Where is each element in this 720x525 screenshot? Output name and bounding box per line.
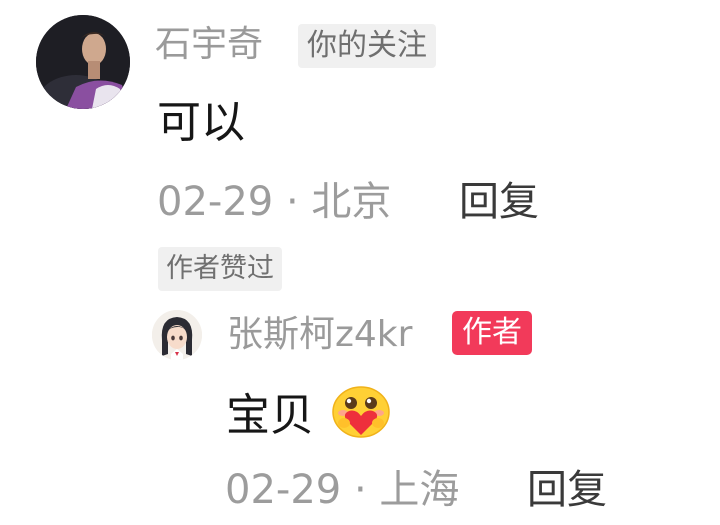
follow-badge: 你的关注 — [298, 24, 436, 68]
reply-text-row: 宝贝 — [226, 383, 392, 453]
comment-thread: 石宇奇 你的关注 可以 02-29 · 北京 回复 作者赞过 张斯柯z4kr 作… — [0, 0, 720, 525]
meta-separator: · — [353, 467, 367, 513]
avatar-photo — [36, 15, 130, 109]
reply-user-name[interactable]: 张斯柯z4kr — [227, 311, 412, 359]
reply-meta: 02-29 · 上海 — [225, 464, 459, 516]
reply-button[interactable]: 回复 — [459, 176, 539, 228]
comment-date: 02-29 — [157, 179, 274, 225]
reply-text: 宝贝 — [226, 390, 314, 441]
comment-user-name[interactable]: 石宇奇 — [155, 21, 263, 69]
comment-text: 可以 — [157, 97, 245, 148]
reply-location: 上海 — [379, 467, 460, 513]
author-badge: 作者 — [452, 311, 532, 355]
author-liked-badge: 作者赞过 — [158, 247, 282, 291]
reply-date: 02-29 — [225, 467, 342, 513]
avatar-anime-girl — [152, 310, 202, 360]
smiling-face-with-heart-icon — [330, 383, 392, 453]
comment-meta: 02-29 · 北京 — [157, 176, 391, 228]
meta-separator: · — [285, 179, 299, 225]
reply-button[interactable]: 回复 — [527, 464, 607, 516]
reply-avatar[interactable] — [152, 310, 202, 360]
comment-location: 北京 — [311, 179, 392, 225]
avatar[interactable] — [36, 15, 130, 109]
